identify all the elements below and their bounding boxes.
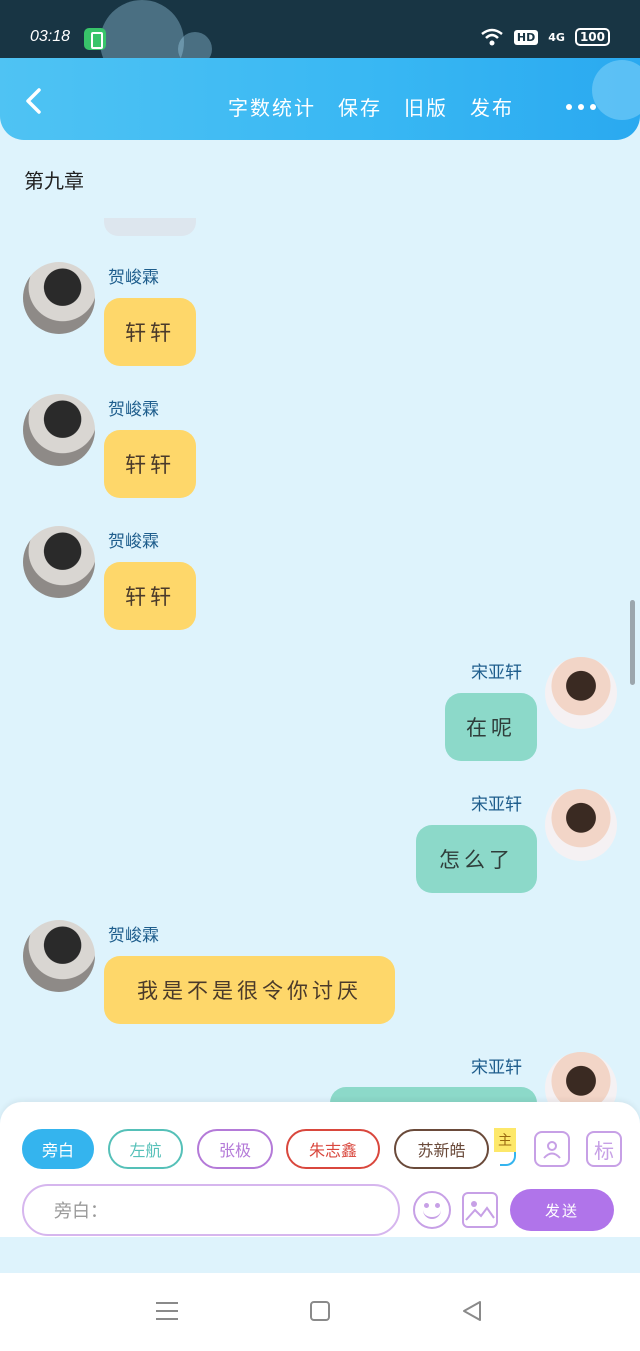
avatar[interactable] (545, 657, 617, 729)
previous-bubble-stub (104, 218, 196, 236)
chapter-title: 第九章 (24, 169, 84, 193)
back-triangle-icon[interactable] (460, 1299, 484, 1327)
editor-header: 字数统计 保存 旧版 发布 (0, 58, 640, 140)
character-chip-narrator[interactable]: 旁白 (22, 1129, 94, 1169)
publish-button[interactable]: 发布 (470, 92, 514, 121)
sender-name: 贺峻霖 (108, 400, 159, 420)
sender-name: 贺峻霖 (108, 926, 159, 946)
emoji-icon[interactable] (413, 1191, 451, 1229)
spacer (0, 1237, 640, 1273)
old-version-button[interactable]: 旧版 (404, 92, 448, 121)
sender-name: 贺峻霖 (108, 532, 159, 552)
message-bubble[interactable]: 在呢 (445, 693, 537, 761)
character-manage-icon[interactable] (534, 1131, 570, 1167)
message-bubble[interactable]: 我是不是很令你讨厌 (104, 956, 395, 1024)
hd-badge: HD (513, 29, 539, 45)
clock: 03:18 (30, 28, 71, 45)
sender-name: 贺峻霖 (108, 268, 159, 288)
character-chip[interactable]: 左航 (108, 1129, 183, 1169)
menu-icon[interactable] (156, 1302, 178, 1320)
wifi-icon (480, 28, 504, 46)
message-bubble[interactable]: 轩轩 (104, 298, 196, 366)
image-icon[interactable] (462, 1192, 498, 1228)
tag-button[interactable]: 标 (586, 1131, 622, 1167)
word-count-button[interactable]: 字数统计 (228, 92, 316, 121)
sender-name: 宋亚轩 (471, 663, 522, 683)
avatar[interactable] (545, 789, 617, 861)
save-button[interactable]: 保存 (338, 92, 382, 121)
character-chip[interactable]: 苏新皓 (394, 1129, 489, 1169)
message-input[interactable]: 旁白： (22, 1184, 400, 1236)
main-character-tag[interactable]: 主 (494, 1128, 516, 1152)
avatar[interactable] (23, 920, 95, 992)
more-dots-icon[interactable] (566, 104, 596, 110)
status-bar: 03:18 HD 4G 100 (0, 0, 640, 84)
message-bubble[interactable]: 怎么了 (416, 825, 537, 893)
avatar[interactable] (23, 262, 95, 334)
back-icon[interactable] (22, 88, 48, 114)
signal-icon: 4G (548, 30, 565, 44)
message-bubble[interactable]: 轩轩 (104, 562, 196, 630)
avatar[interactable] (23, 394, 95, 466)
avatar[interactable] (23, 526, 95, 598)
battery-saver-icon (84, 28, 106, 50)
home-icon[interactable] (310, 1301, 330, 1321)
message-bubble[interactable]: 轩轩 (104, 430, 196, 498)
system-nav-bar (0, 1273, 640, 1351)
character-chip[interactable]: 朱志鑫 (286, 1129, 380, 1169)
character-chip[interactable]: 张极 (197, 1129, 273, 1169)
decor-circle (592, 60, 640, 120)
send-button[interactable]: 发送 (510, 1189, 614, 1231)
scrollbar[interactable] (630, 600, 635, 685)
sender-name: 宋亚轩 (471, 1058, 522, 1078)
sender-name: 宋亚轩 (471, 795, 522, 815)
battery-level: 100 (574, 28, 610, 46)
